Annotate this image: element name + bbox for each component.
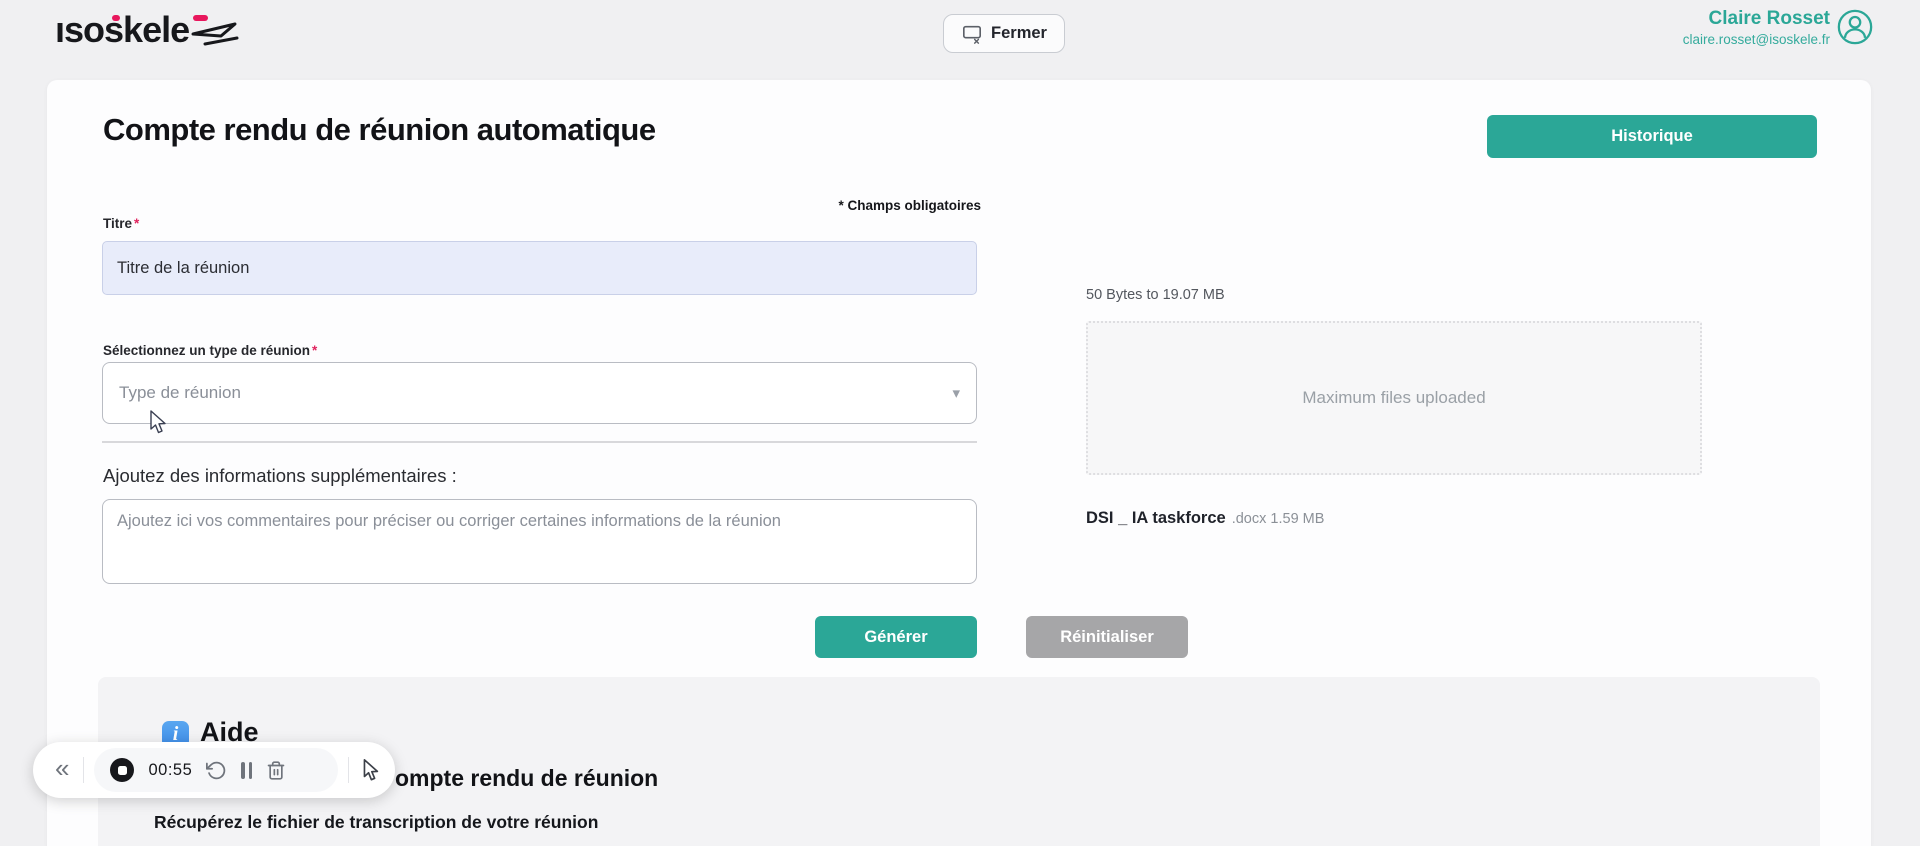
pause-recording-button[interactable] xyxy=(241,761,253,779)
title-label: Titre * xyxy=(103,216,139,231)
required-asterisk: * xyxy=(312,343,318,358)
logo-dot-accent xyxy=(112,15,120,21)
comments-textarea[interactable] xyxy=(102,499,977,584)
reset-button[interactable]: Réinitialiser xyxy=(1026,616,1188,658)
logo-segment: le xyxy=(161,9,190,50)
required-fields-note: * Champs obligatoires xyxy=(838,198,981,213)
logo-segment: ısosk xyxy=(55,9,143,50)
pause-icon xyxy=(241,761,253,779)
toolbar-divider xyxy=(83,757,85,783)
page-title: Compte rendu de réunion automatique xyxy=(103,112,656,147)
main-card: Compte rendu de réunion automatique Hist… xyxy=(47,80,1871,846)
user-avatar-icon[interactable] xyxy=(1836,8,1874,46)
trash-icon xyxy=(267,760,285,780)
isoskele-logo: ısoskele xyxy=(55,8,243,52)
pointer-mode-button[interactable] xyxy=(359,758,381,782)
recording-controls: 00:55 xyxy=(94,748,338,792)
logo-segment: e xyxy=(142,9,162,50)
logo-macron-accent xyxy=(193,15,208,21)
meeting-type-placeholder: Type de réunion xyxy=(119,383,241,402)
required-asterisk: * xyxy=(134,216,140,231)
meeting-type-label-text: Sélectionnez un type de réunion xyxy=(103,343,311,358)
dropzone-status-text: Maximum files uploaded xyxy=(1302,388,1486,407)
close-button-label: Fermer xyxy=(991,24,1047,42)
file-dropzone[interactable]: Maximum files uploaded xyxy=(1086,321,1702,475)
chevron-down-icon: ▾ xyxy=(952,385,960,402)
collapse-toolbar-button[interactable]: « xyxy=(51,755,73,785)
mouse-cursor-icon xyxy=(150,410,166,434)
meeting-type-label: Sélectionnez un type de réunion * xyxy=(103,343,317,358)
user-email: claire.rosset@isoskele.fr xyxy=(1682,32,1830,47)
meeting-type-select[interactable]: Type de réunion ▾ xyxy=(102,362,977,424)
history-button[interactable]: Historique xyxy=(1487,115,1817,158)
toolbar-divider xyxy=(348,757,349,783)
user-name: Claire Rosset xyxy=(1708,8,1830,29)
logo-text: ısoskele xyxy=(55,8,190,52)
top-bar: ısoskele Fermer Claire Rosset claire.ros… xyxy=(0,0,1920,64)
title-label-text: Titre xyxy=(103,216,133,231)
rotate-ccw-icon xyxy=(206,761,226,779)
stop-icon xyxy=(117,765,127,775)
generate-button[interactable]: Générer xyxy=(815,616,977,658)
cursor-pointer-icon xyxy=(363,759,379,781)
file-size-hint: 50 Bytes to 19.07 MB xyxy=(1086,287,1225,303)
form-divider xyxy=(102,441,977,443)
paper-plane-icon xyxy=(191,22,239,46)
uploaded-file-ext: .docx xyxy=(1231,511,1267,527)
stop-record-button[interactable] xyxy=(110,758,135,782)
delete-recording-button[interactable] xyxy=(266,760,286,781)
close-screenshare-button[interactable]: Fermer xyxy=(943,14,1065,53)
comments-label: Ajoutez des informations supplémentaires… xyxy=(103,465,457,486)
title-input[interactable] xyxy=(102,241,977,295)
uploaded-file-size: 1.59 MB xyxy=(1270,511,1325,527)
help-step-subtitle: Récupérez le fichier de transcription de… xyxy=(154,812,599,832)
uploaded-file-row: DSI _ IA taskforce .docx 1.59 MB xyxy=(1086,509,1324,528)
screen-close-icon xyxy=(963,25,982,44)
user-info: Claire Rosset claire.rosset@isoskele.fr xyxy=(1683,7,1830,49)
uploaded-file-name: DSI _ IA taskforce xyxy=(1086,509,1226,527)
help-step-title-fragment: ompte rendu de réunion xyxy=(395,765,659,791)
recording-timer: 00:55 xyxy=(148,760,193,779)
restart-recording-button[interactable] xyxy=(206,760,227,781)
recording-toolbar: « 00:55 xyxy=(33,742,395,798)
